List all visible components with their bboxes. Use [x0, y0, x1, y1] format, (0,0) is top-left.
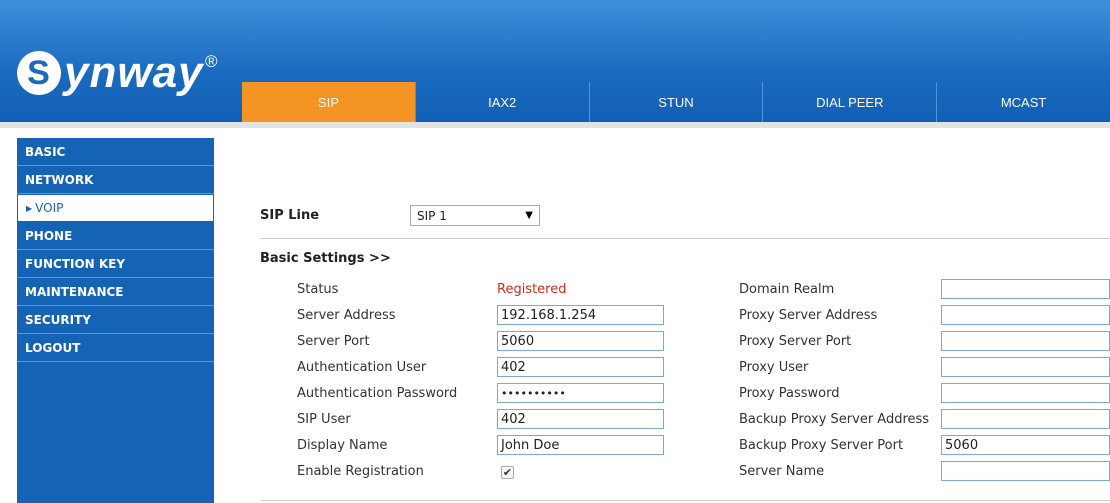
sidebar-item-security[interactable]: SECURITY: [17, 306, 214, 334]
status-value: Registered: [497, 282, 567, 297]
basic-settings-heading[interactable]: Basic Settings >>: [260, 251, 391, 266]
sidebar-item-maintenance[interactable]: MAINTENANCE: [17, 278, 214, 306]
sidebar: BASIC NETWORK ▶ VOIP PHONE FUNCTION KEY …: [17, 138, 214, 503]
tab-sip[interactable]: SIP: [242, 82, 415, 122]
backup-proxy-server-port-label: Backup Proxy Server Port: [739, 438, 904, 453]
auth-user-label: Authentication User: [297, 360, 427, 375]
sip-user-label: SIP User: [297, 412, 351, 427]
logo-text: ynway: [64, 48, 204, 97]
server-port-label: Server Port: [297, 334, 370, 349]
proxy-server-address-input[interactable]: [941, 305, 1110, 325]
dropdown-caret-icon: ▼: [525, 210, 533, 221]
server-port-input[interactable]: 5060: [497, 331, 664, 351]
display-name-label: Display Name: [297, 438, 388, 453]
tab-stun[interactable]: STUN: [588, 82, 763, 122]
sidebar-item-logout[interactable]: LOGOUT: [17, 334, 214, 362]
backup-proxy-server-address-label: Backup Proxy Server Address: [739, 412, 930, 427]
enable-registration-checkbox[interactable]: ✔: [501, 466, 514, 479]
header-separator: [0, 122, 1110, 128]
proxy-user-input[interactable]: [941, 357, 1110, 377]
enable-registration-label: Enable Registration: [297, 464, 424, 479]
registered-mark: ®: [205, 52, 218, 71]
sidebar-item-function-key[interactable]: FUNCTION KEY: [17, 250, 214, 278]
auth-password-label: Authentication Password: [297, 386, 458, 401]
proxy-server-address-label: Proxy Server Address: [739, 308, 878, 323]
server-address-label: Server Address: [297, 308, 396, 323]
top-tabs: SIP IAX2 STUN DIAL PEER MCAST: [242, 82, 1110, 122]
header-banner: S ynway ® SIP IAX2 STUN DIAL PEER MCAST: [0, 0, 1110, 122]
bottom-divider: [260, 500, 1110, 501]
proxy-server-port-label: Proxy Server Port: [739, 334, 852, 349]
domain-realm-label: Domain Realm: [739, 282, 835, 297]
proxy-password-input[interactable]: [941, 383, 1110, 403]
logo-mark: S: [17, 51, 61, 95]
tab-mcast[interactable]: MCAST: [936, 82, 1110, 122]
divider: [260, 238, 1110, 239]
tab-iax2[interactable]: IAX2: [414, 82, 589, 122]
tab-dial-peer[interactable]: DIAL PEER: [762, 82, 936, 122]
backup-proxy-server-port-input[interactable]: 5060: [941, 435, 1110, 455]
sip-line-selected: SIP 1: [417, 208, 447, 223]
auth-user-input[interactable]: 402: [497, 357, 664, 377]
backup-proxy-server-address-input[interactable]: [941, 409, 1110, 429]
status-label: Status: [297, 282, 339, 297]
proxy-user-label: Proxy User: [739, 360, 809, 375]
server-name-input[interactable]: [941, 461, 1110, 481]
domain-realm-input[interactable]: [941, 279, 1110, 299]
sidebar-item-basic[interactable]: BASIC: [17, 138, 214, 166]
sip-line-select[interactable]: SIP 1 ▼: [410, 205, 540, 226]
sidebar-item-network[interactable]: NETWORK: [17, 166, 214, 194]
proxy-server-port-input[interactable]: [941, 331, 1110, 351]
auth-password-input[interactable]: ••••••••••: [497, 383, 664, 403]
sip-line-label: SIP Line: [260, 208, 320, 223]
sip-user-input[interactable]: 402: [497, 409, 664, 429]
server-name-label: Server Name: [739, 464, 825, 479]
sidebar-item-voip[interactable]: ▶ VOIP: [17, 194, 214, 222]
synway-logo: S ynway: [17, 42, 204, 104]
sidebar-item-phone[interactable]: PHONE: [17, 222, 214, 250]
caret-right-icon: ▶: [26, 203, 33, 213]
sidebar-item-label: VOIP: [35, 201, 64, 215]
proxy-password-label: Proxy Password: [739, 386, 840, 401]
server-address-input[interactable]: 192.168.1.254: [497, 305, 664, 325]
display-name-input[interactable]: John Doe: [497, 435, 664, 455]
